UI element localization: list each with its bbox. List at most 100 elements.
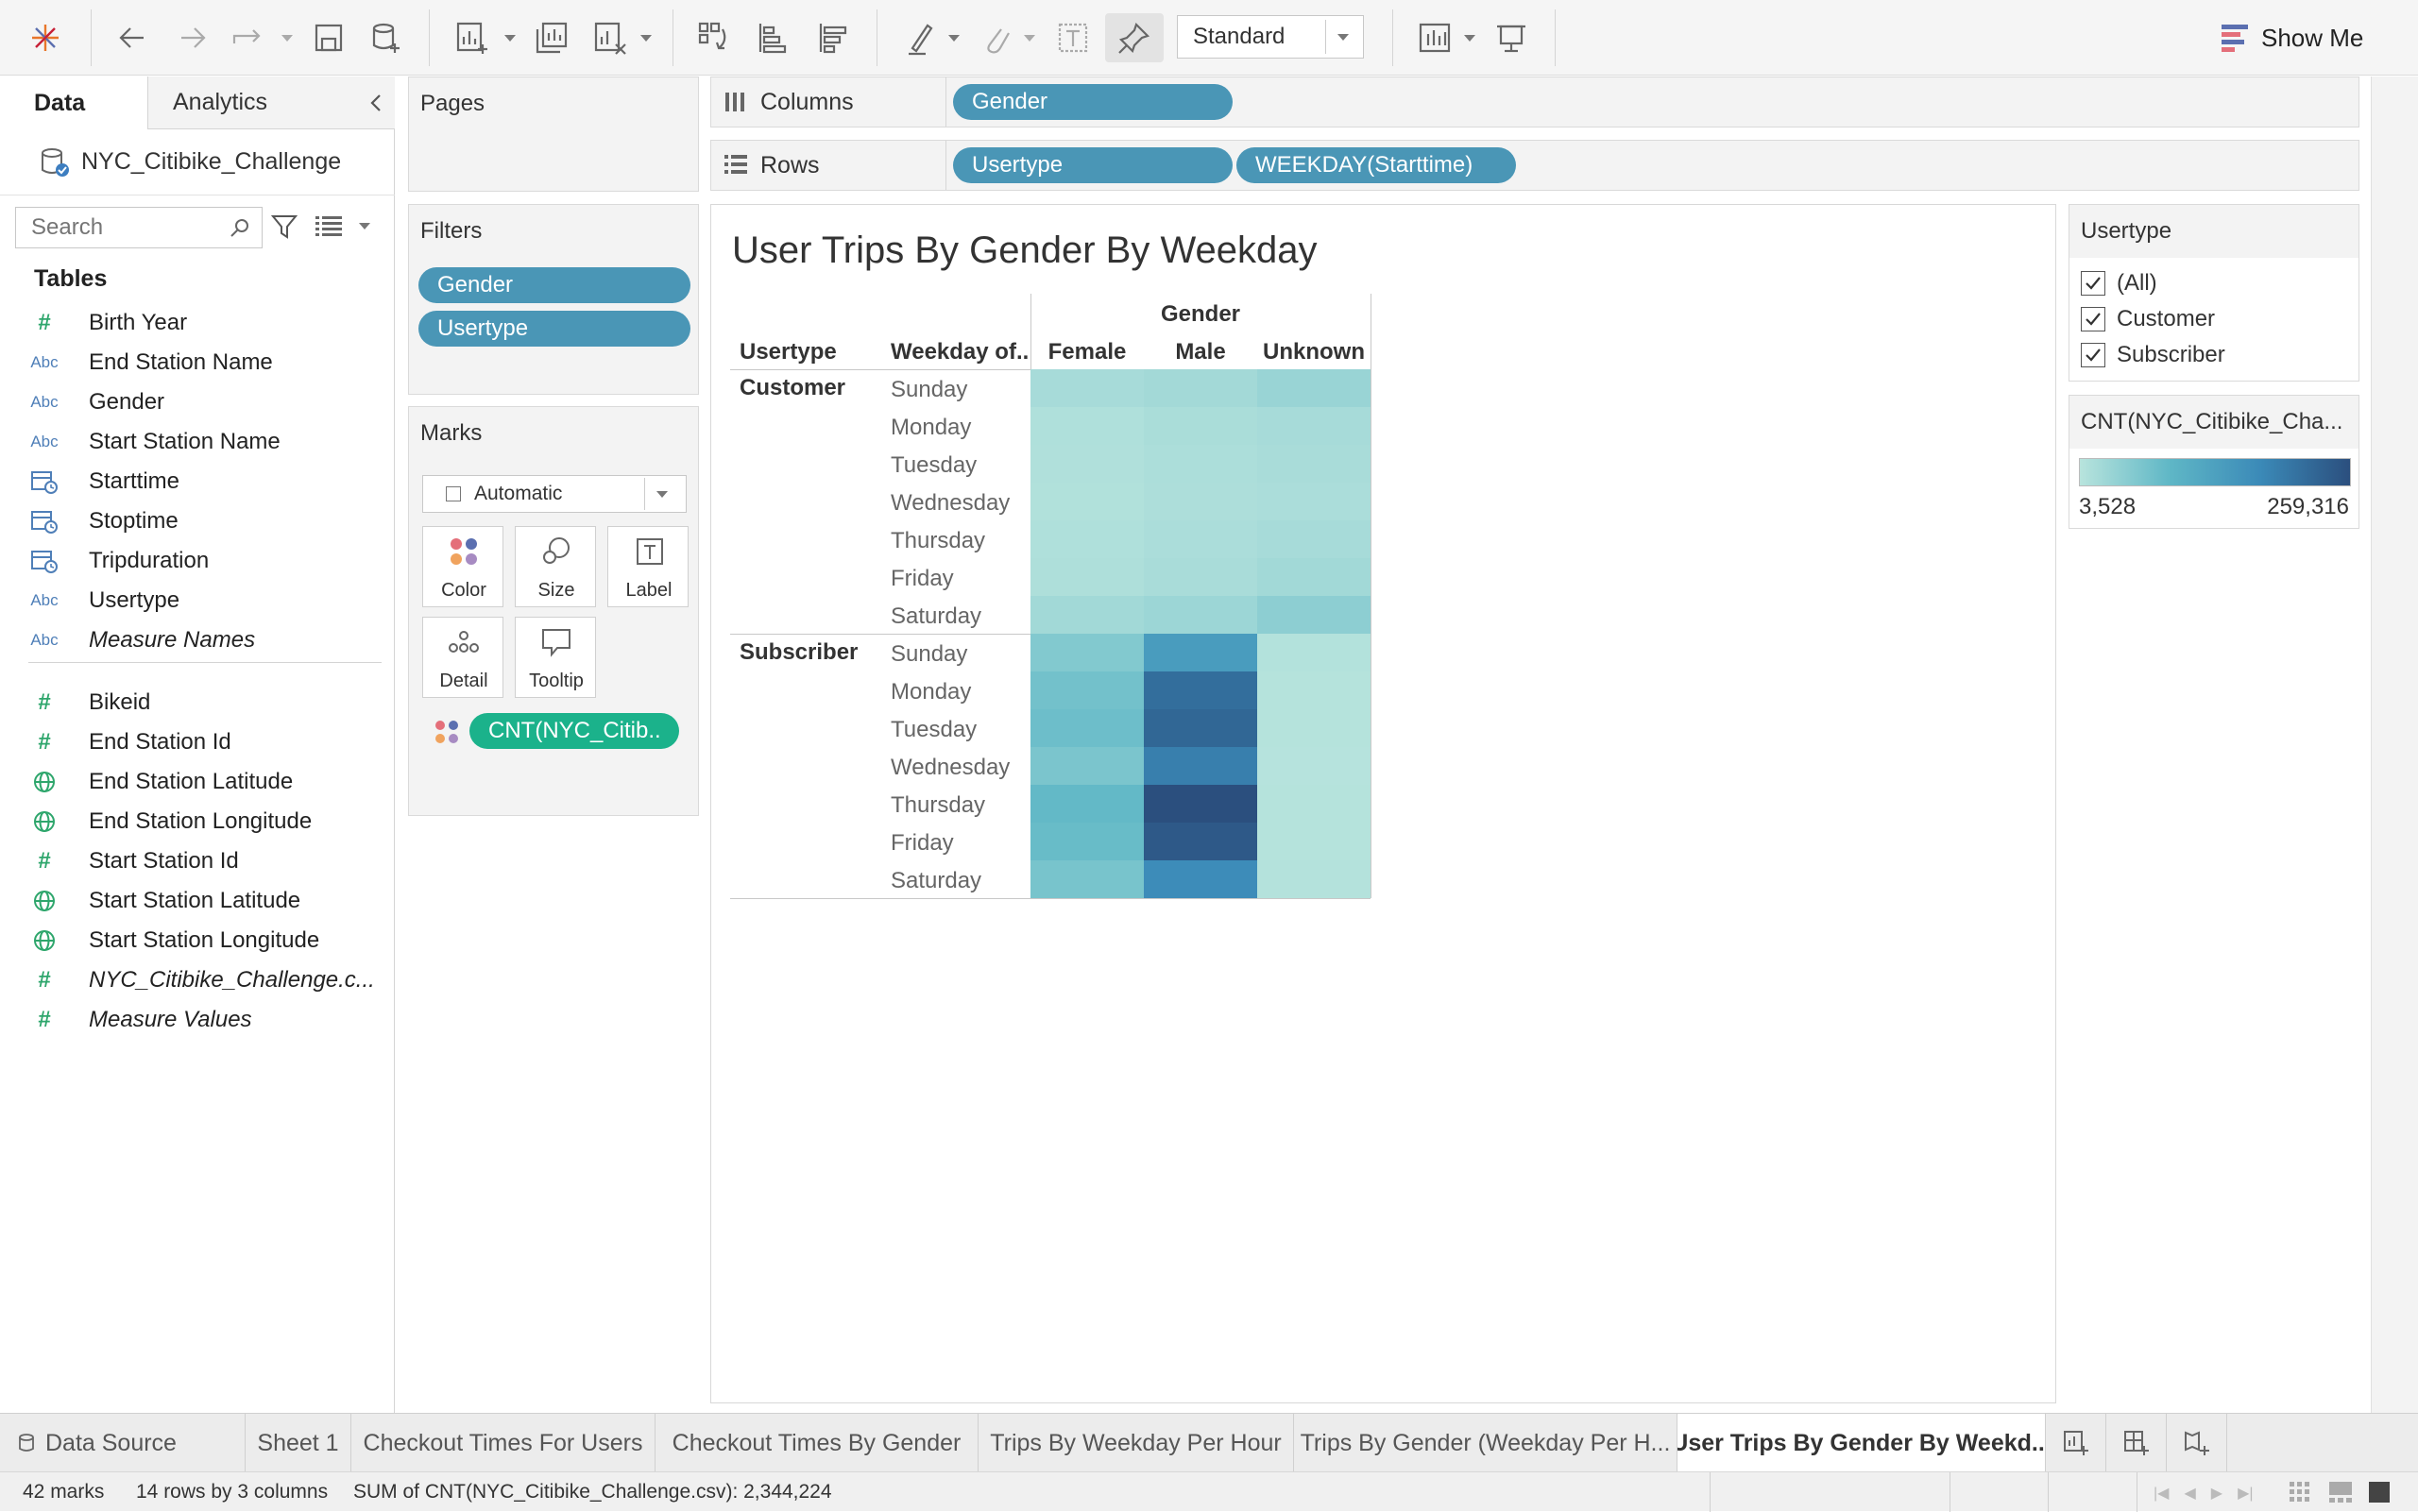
heatmap-cell[interactable] <box>1144 445 1257 483</box>
row-label[interactable]: Sunday <box>891 377 967 403</box>
fix-axes-pin-icon[interactable] <box>1105 13 1164 62</box>
field-start-station-longitude[interactable]: Start Station Longitude <box>0 922 387 960</box>
filter-pill-gender[interactable]: Gender <box>418 267 690 303</box>
field-end-station-id[interactable]: # End Station Id <box>0 723 387 761</box>
row-label[interactable]: Thursday <box>891 528 985 554</box>
show-me-button[interactable]: Show Me <box>2220 13 2409 62</box>
filter-fields-icon[interactable] <box>270 212 298 246</box>
heatmap-cell[interactable] <box>1144 520 1257 558</box>
column-header[interactable]: Female <box>1030 339 1144 365</box>
last-sheet-icon[interactable]: ▶| <box>2238 1484 2253 1503</box>
swap-rows-columns-icon[interactable] <box>690 13 739 62</box>
redo-icon[interactable] <box>168 13 217 62</box>
chevron-down-icon[interactable] <box>359 223 370 229</box>
row-label[interactable]: Wednesday <box>891 755 1010 781</box>
heatmap-cell[interactable] <box>1030 860 1144 898</box>
heatmap-cell[interactable] <box>1257 407 1371 445</box>
filmstrip-view-icon[interactable] <box>2329 1482 2352 1503</box>
first-sheet-icon[interactable]: |◀ <box>2154 1484 2169 1503</box>
field-bikeid[interactable]: # Bikeid <box>0 684 387 722</box>
marks-tooltip-button[interactable]: Tooltip <box>515 617 596 698</box>
heatmap-cell[interactable] <box>1144 823 1257 860</box>
column-header[interactable]: Unknown <box>1257 339 1371 365</box>
previous-sheet-icon[interactable]: ◀ <box>2184 1484 2195 1503</box>
heatmap-cell[interactable] <box>1030 483 1144 520</box>
column-header[interactable]: Male <box>1144 339 1257 365</box>
tab-trips-by-weekday-per-hour[interactable]: Trips By Weekday Per Hour <box>979 1414 1294 1472</box>
row-label[interactable]: Saturday <box>891 868 981 894</box>
rows-pill-weekday[interactable]: WEEKDAY(Starttime) <box>1236 147 1516 183</box>
usertype-option[interactable]: (All) <box>2081 267 2157 299</box>
row-label[interactable]: Sunday <box>891 641 967 668</box>
fit-mode-dropdown[interactable]: Standard <box>1177 15 1364 59</box>
marks-detail-button[interactable]: Detail <box>422 617 503 698</box>
highlight-icon[interactable] <box>895 13 945 62</box>
heatmap-cell[interactable] <box>1257 747 1371 785</box>
usertype-option[interactable]: Customer <box>2081 303 2215 335</box>
row-group-label[interactable]: Subscriber <box>740 639 858 666</box>
field-stoptime[interactable]: Stoptime <box>0 502 387 540</box>
heatmap-cell[interactable] <box>1030 747 1144 785</box>
field-usertype[interactable]: Abc Usertype <box>0 582 387 620</box>
new-worksheet-tab-icon[interactable] <box>2046 1414 2106 1472</box>
heatmap-cell[interactable] <box>1030 823 1144 860</box>
heatmap-cell[interactable] <box>1144 671 1257 709</box>
heatmap-cell[interactable] <box>1144 747 1257 785</box>
row-label[interactable]: Tuesday <box>891 452 977 479</box>
heatmap-cell[interactable] <box>1144 634 1257 671</box>
rows-pill-usertype[interactable]: Usertype <box>953 147 1233 183</box>
presentation-view-icon[interactable] <box>1411 13 1460 62</box>
field-start-station-id[interactable]: # Start Station Id <box>0 842 387 880</box>
save-icon[interactable] <box>304 13 353 62</box>
heatmap-cell[interactable] <box>1030 671 1144 709</box>
field-end-station-name[interactable]: Abc End Station Name <box>0 344 387 382</box>
show-mark-labels-icon[interactable] <box>1048 13 1098 62</box>
field-measure-names[interactable]: Abc Measure Names <box>0 621 387 659</box>
mark-type-dropdown[interactable]: Automatic <box>422 475 687 513</box>
heatmap-cell[interactable] <box>1144 596 1257 634</box>
row-label[interactable]: Friday <box>891 830 954 857</box>
filters-card[interactable]: Filters Gender Usertype <box>408 204 699 395</box>
datasource-item[interactable]: NYC_Citibike_Challenge <box>0 129 395 195</box>
search-field-box[interactable] <box>15 207 263 248</box>
heatmap-cell[interactable] <box>1257 860 1371 898</box>
marks-color-button[interactable]: Color <box>422 526 503 607</box>
row-label[interactable]: Thursday <box>891 792 985 819</box>
heatmap-cell[interactable] <box>1144 785 1257 823</box>
row-label[interactable]: Tuesday <box>891 717 977 743</box>
tab-sheet-1[interactable]: Sheet 1 <box>246 1414 351 1472</box>
heatmap-cell[interactable] <box>1030 634 1144 671</box>
heatmap-cell[interactable] <box>1030 709 1144 747</box>
heatmap-cell[interactable] <box>1144 483 1257 520</box>
heatmap-cell[interactable] <box>1030 407 1144 445</box>
tabs-view-icon[interactable] <box>2369 1482 2390 1503</box>
columns-pill-gender[interactable]: Gender <box>953 84 1233 120</box>
row-label[interactable]: Friday <box>891 566 954 592</box>
field-start-station-latitude[interactable]: Start Station Latitude <box>0 882 387 920</box>
new-worksheet-icon[interactable] <box>448 13 497 62</box>
field-starttime[interactable]: Starttime <box>0 463 387 501</box>
heatmap-cell[interactable] <box>1257 823 1371 860</box>
heatmap-cell[interactable] <box>1030 445 1144 483</box>
heatmap-cell[interactable] <box>1257 369 1371 407</box>
field-birth-year[interactable]: # Birth Year <box>0 304 387 342</box>
field-tripduration[interactable]: Tripduration <box>0 542 387 580</box>
heatmap-cell[interactable] <box>1257 483 1371 520</box>
new-story-tab-icon[interactable] <box>2167 1414 2227 1472</box>
row-label[interactable]: Wednesday <box>891 490 1010 517</box>
heatmap-cell[interactable] <box>1030 785 1144 823</box>
collapse-pane-icon[interactable] <box>365 92 387 114</box>
pages-card[interactable]: Pages <box>408 76 699 192</box>
duplicate-sheet-icon[interactable] <box>527 13 576 62</box>
grid-view-icon[interactable] <box>2290 1482 2310 1503</box>
row-group-label[interactable]: Customer <box>740 375 845 401</box>
next-sheet-icon[interactable]: ▶ <box>2211 1484 2222 1503</box>
field-gender[interactable]: Abc Gender <box>0 383 387 421</box>
group-members-icon[interactable] <box>971 13 1020 62</box>
marks-size-button[interactable]: Size <box>515 526 596 607</box>
heatmap-cell[interactable] <box>1030 596 1144 634</box>
marks-label-button[interactable]: Label <box>607 526 689 607</box>
heatmap-cell[interactable] <box>1144 558 1257 596</box>
clear-sheet-icon[interactable] <box>586 13 635 62</box>
field-end-station-longitude[interactable]: End Station Longitude <box>0 803 387 841</box>
